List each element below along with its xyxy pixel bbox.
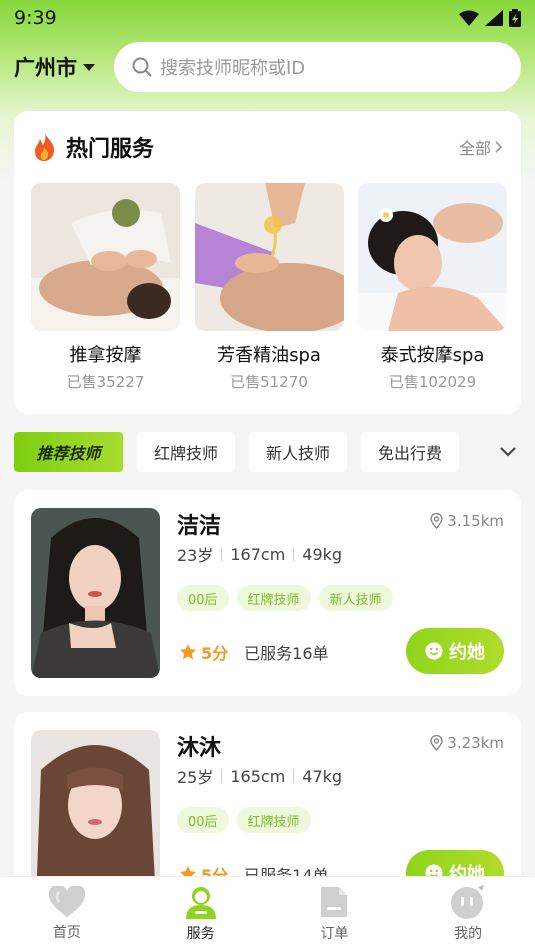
filter-free-travel[interactable]: 免出行费 — [361, 432, 460, 472]
tag: 红牌技师 — [236, 585, 311, 611]
city-label: 广州市 — [14, 56, 77, 80]
tag: 00后 — [177, 585, 229, 611]
service-name: 芳香精油spa — [217, 345, 321, 366]
tab-mine[interactable]: 我的 — [401, 877, 535, 951]
service-sold-count: 已售35227 — [66, 373, 145, 391]
distance-text: 3.23km — [447, 734, 504, 752]
technician-distance: 3.15km — [430, 512, 504, 530]
technician-specs: 25岁 165cm 47kg — [177, 764, 342, 788]
tag: 00后 — [177, 807, 229, 833]
search-icon — [132, 57, 152, 77]
chevron-right-icon — [495, 141, 503, 153]
bottom-tab-bar: 首页 服务 订单 我的 — [0, 876, 535, 951]
status-time: 9:39 — [14, 7, 57, 29]
signal-icon — [485, 10, 503, 26]
search-input[interactable]: 搜索技师昵称或ID — [114, 42, 521, 92]
service-item[interactable]: 推拿按摩 已售35227 — [31, 183, 180, 392]
technician-rating: 5分 已服务16单 — [179, 640, 329, 664]
technician-height: 165cm — [230, 766, 286, 786]
service-image-oil-spa — [194, 183, 344, 331]
tag: 新人技师 — [318, 585, 393, 611]
hot-services-header: 热门服务 全部 — [32, 131, 503, 163]
location-pin-icon — [430, 513, 443, 529]
technician-age: 23岁 — [177, 546, 214, 565]
technician-specs: 23岁 167cm 49kg — [177, 542, 342, 566]
service-name: 泰式按摩spa — [380, 345, 485, 366]
service-name: 推拿按摩 — [69, 345, 142, 366]
service-image-thai-spa — [358, 183, 507, 331]
technician-tags: 00后 红牌技师 — [177, 807, 311, 833]
heart-icon — [48, 886, 85, 917]
profile-face-icon — [451, 885, 485, 919]
technician-tags: 00后 红牌技师 新人技师 — [177, 585, 393, 611]
hot-services-title-text: 热门服务 — [66, 137, 155, 162]
rating-score: 5分 — [201, 644, 229, 663]
technician-card[interactable]: 洁洁 3.15km 23岁 167cm 49kg 00后 红牌技师 新人技师 5… — [14, 490, 521, 696]
view-all-label: 全部 — [458, 139, 491, 158]
wifi-icon — [459, 10, 479, 26]
divider — [221, 547, 223, 561]
technician-weight: 49kg — [302, 544, 343, 564]
tab-label: 我的 — [454, 926, 483, 942]
book-button-label: 约她 — [449, 642, 485, 663]
filter-new[interactable]: 新人技师 — [249, 432, 348, 472]
distance-text: 3.15km — [447, 512, 504, 530]
service-sold-count: 已售102029 — [388, 373, 477, 391]
divider — [293, 547, 295, 561]
search-placeholder: 搜索技师昵称或ID — [160, 58, 306, 79]
technician-age: 25岁 — [177, 768, 214, 787]
technician-weight: 47kg — [302, 766, 343, 786]
service-sold-count: 已售51270 — [230, 373, 308, 391]
technician-icon — [185, 887, 216, 919]
filter-tabs: 推荐技师 红牌技师 新人技师 免出行费 — [14, 432, 521, 472]
technician-name: 沐沐 — [177, 736, 222, 761]
fire-icon — [35, 133, 54, 161]
view-all-link[interactable]: 全部 — [459, 135, 503, 159]
divider — [221, 769, 223, 783]
location-pin-icon — [430, 735, 443, 751]
tab-services[interactable]: 服务 — [134, 877, 268, 951]
divider — [293, 769, 295, 783]
technician-height: 167cm — [230, 544, 286, 564]
tab-home[interactable]: 首页 — [0, 877, 134, 951]
technician-photo — [31, 508, 160, 678]
technician-photo — [31, 730, 160, 900]
chevron-down-icon[interactable] — [499, 446, 517, 458]
hot-services-card: 热门服务 全部 推拿按摩 已售35227 芳香精油spa 已售51270 泰式按… — [14, 111, 521, 414]
star-icon — [180, 644, 196, 660]
order-icon — [321, 887, 348, 917]
service-list: 推拿按摩 已售35227 芳香精油spa 已售51270 泰式按摩spa 已售1… — [31, 183, 507, 392]
filter-recommended[interactable]: 推荐技师 — [14, 432, 123, 472]
caret-down-icon — [83, 63, 95, 71]
tab-label: 服务 — [186, 926, 215, 942]
status-bar: 9:39 — [0, 0, 535, 36]
status-icons — [459, 9, 521, 27]
service-item[interactable]: 泰式按摩spa 已售102029 — [358, 183, 507, 392]
service-item[interactable]: 芳香精油spa 已售51270 — [194, 183, 344, 392]
top-header: 广州市 搜索技师昵称或ID — [14, 42, 521, 92]
tag: 红牌技师 — [236, 807, 311, 833]
technician-distance: 3.23km — [430, 734, 504, 752]
filter-red-card[interactable]: 红牌技师 — [137, 432, 236, 472]
hot-services-title: 热门服务 — [32, 131, 154, 163]
served-count: 已服务16单 — [244, 644, 329, 663]
tab-label: 订单 — [320, 926, 349, 942]
battery-icon — [509, 9, 521, 27]
tab-orders[interactable]: 订单 — [268, 877, 402, 951]
technician-name: 洁洁 — [177, 514, 222, 539]
smile-icon — [425, 642, 443, 660]
tab-label: 首页 — [52, 925, 81, 941]
book-button[interactable]: 约她 — [406, 628, 504, 674]
service-image-massage — [31, 183, 180, 331]
city-selector[interactable]: 广州市 — [14, 52, 114, 82]
